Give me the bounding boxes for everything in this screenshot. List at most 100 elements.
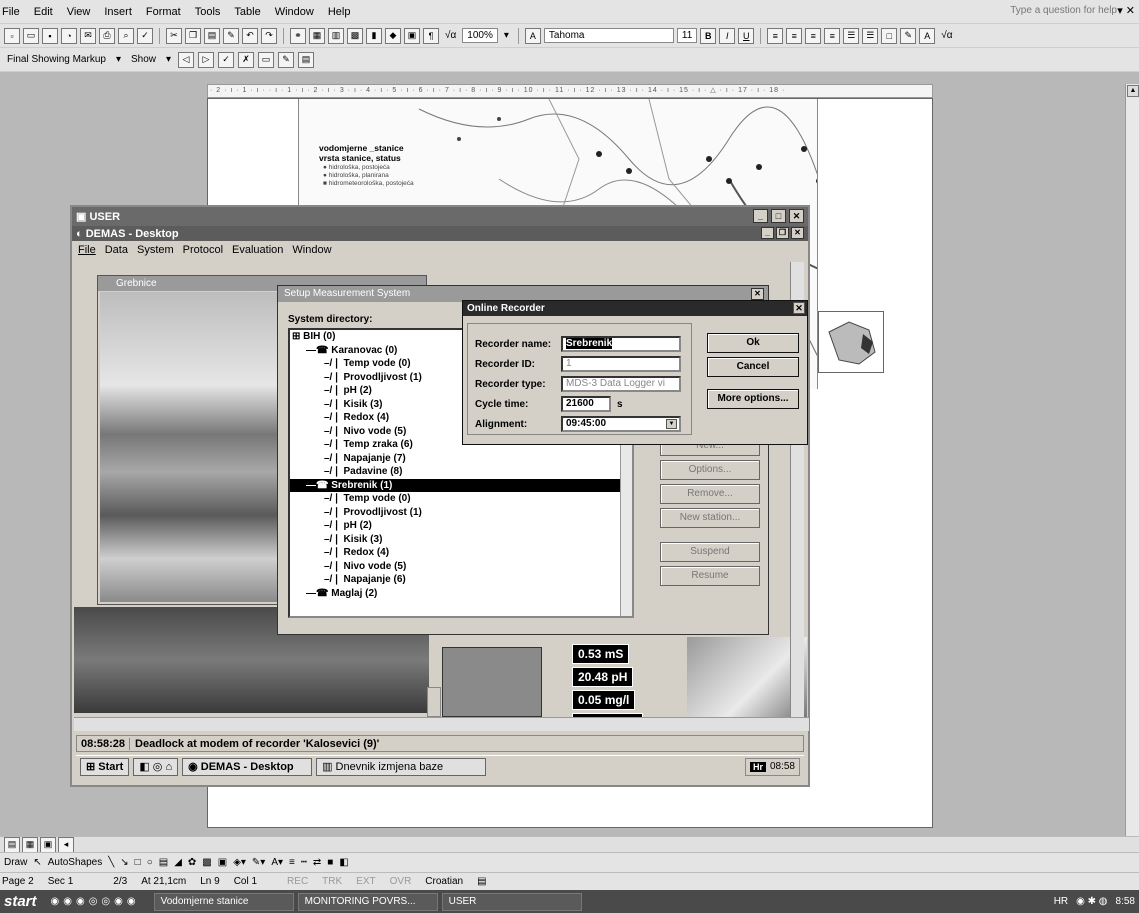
show-menu[interactable]: Show (128, 54, 159, 65)
bullets-icon[interactable]: ☰ (862, 27, 879, 44)
tree-node[interactable]: –/❘ Nivo vode (5) (290, 560, 632, 574)
suspend-button[interactable]: Suspend (660, 542, 760, 562)
demas-start-button[interactable]: ⊞ Start (80, 757, 130, 776)
maximize-icon[interactable]: □ (771, 209, 786, 223)
menu-window[interactable]: Window (275, 6, 314, 18)
options-button[interactable]: Options... (660, 460, 760, 480)
save-icon[interactable]: ▪ (42, 27, 58, 44)
alignment-select[interactable]: 09:45:00 ▼ (561, 416, 681, 432)
cancel-button[interactable]: Cancel (707, 357, 799, 377)
tree-node[interactable]: –/❘ Provodljivost (1) (290, 506, 632, 520)
paste-icon[interactable]: ▤ (204, 27, 220, 44)
photo-scrollbar[interactable] (427, 687, 441, 717)
font-size-select[interactable]: 11 (676, 28, 698, 43)
undo-icon[interactable]: ↶ (242, 27, 258, 44)
cut-icon[interactable]: ✂ (166, 27, 182, 44)
tree-node[interactable]: —☎ Maglaj (2) (290, 587, 632, 601)
align-center-icon[interactable]: ≡ (786, 27, 803, 44)
dash-style-icon[interactable]: ┅ (301, 857, 307, 868)
demas-menu-file[interactable]: File (78, 244, 96, 256)
justify-icon[interactable]: ≡ (824, 27, 841, 44)
spelling-status-icon[interactable]: ▤ (477, 876, 486, 887)
status-trk[interactable]: TRK (322, 876, 342, 887)
demas-menu-evaluation[interactable]: Evaluation (232, 244, 283, 256)
tree-node[interactable]: –/❘ Napajanje (7) (290, 452, 632, 466)
equation-icon-2[interactable]: √α (938, 30, 955, 41)
language-indicator[interactable]: Hr (749, 761, 766, 772)
italic-icon[interactable]: I (719, 27, 736, 44)
email-icon[interactable]: ✉ (80, 27, 96, 44)
oval-icon[interactable]: ○ (147, 857, 153, 868)
web-view-icon[interactable]: ▦ (22, 836, 38, 853)
equation-icon[interactable]: √α (442, 30, 459, 41)
demas-menu-protocol[interactable]: Protocol (183, 244, 223, 256)
border-icon[interactable]: □ (881, 27, 898, 44)
fill-color-icon[interactable]: ◈▾ (233, 857, 246, 868)
cycle-time-input[interactable]: 21600 (561, 396, 611, 412)
arrow-style-icon[interactable]: ⇄ (313, 857, 321, 868)
demas-menu-window[interactable]: Window (292, 244, 331, 256)
permission-icon[interactable]: ◔ (61, 27, 77, 44)
new-doc-icon[interactable]: ▫ (4, 27, 20, 44)
menu-format[interactable]: Format (146, 6, 181, 18)
hyperlink-icon[interactable]: ⚭ (290, 27, 306, 44)
line-style-icon[interactable]: ≡ (289, 857, 295, 868)
close-document-icon[interactable]: ▾ ✕ (1117, 4, 1135, 17)
menu-file[interactable]: File (2, 6, 20, 18)
reject-change-icon[interactable]: ✗ (238, 51, 255, 68)
redo-icon[interactable]: ↷ (261, 27, 277, 44)
diagram-icon[interactable]: ✿ (188, 857, 196, 868)
autoshapes-menu[interactable]: AutoShapes (48, 857, 103, 868)
menu-edit[interactable]: Edit (34, 6, 53, 18)
menu-insert[interactable]: Insert (104, 6, 132, 18)
font-select[interactable]: Tahoma (543, 28, 674, 43)
picture-icon[interactable]: ▣ (218, 857, 227, 868)
tree-node[interactable]: –/❘ Padavine (8) (290, 465, 632, 479)
document-map-icon[interactable]: ▣ (404, 27, 420, 44)
tray-language[interactable]: HR (1054, 896, 1068, 907)
chevron-down-icon[interactable]: ▾ (113, 54, 124, 65)
columns-icon[interactable]: ▮ (366, 27, 382, 44)
tree-node[interactable]: —☎ Srebrenik (1) (290, 478, 632, 492)
close-icon[interactable]: ✕ (793, 302, 805, 314)
bold-icon[interactable]: B (700, 27, 717, 44)
draw-menu[interactable]: Draw (4, 857, 27, 868)
status-ovr[interactable]: OVR (390, 876, 412, 887)
ok-button[interactable]: Ok (707, 333, 799, 353)
print-icon[interactable]: ⎙ (99, 27, 115, 44)
ask-question-input[interactable]: Type a question for help (1010, 5, 1117, 16)
align-left-icon[interactable]: ≡ (767, 27, 784, 44)
tree-node[interactable]: –/❘ Redox (4) (290, 546, 632, 560)
quicklaunch-icon[interactable]: ◧ ◎ ⌂ (133, 757, 179, 776)
normal-view-icon[interactable]: ▤ (4, 836, 20, 853)
recorder-type-input[interactable]: MDS-3 Data Logger vi (561, 376, 681, 392)
next-change-icon[interactable]: ▷ (198, 51, 215, 68)
zoom-select[interactable]: 100% (462, 28, 498, 43)
close-icon[interactable]: ✕ (789, 209, 804, 223)
more-options-button[interactable]: More options... (707, 389, 799, 409)
wordart-icon[interactable]: ◢ (174, 857, 182, 868)
tree-node[interactable]: –/❘ Temp vode (0) (290, 492, 632, 506)
task-user[interactable]: USER (441, 892, 582, 911)
start-button[interactable]: start (0, 893, 51, 910)
tree-node[interactable]: –/❘ Kisik (3) (290, 533, 632, 547)
clipart-icon[interactable]: ▩ (202, 857, 211, 868)
print-view-icon[interactable]: ▣ (40, 836, 56, 853)
spelling-icon[interactable]: ✓ (137, 27, 153, 44)
align-right-icon[interactable]: ≡ (805, 27, 822, 44)
menu-tools[interactable]: Tools (195, 6, 221, 18)
format-painter-icon[interactable]: ✎ (223, 27, 239, 44)
open-icon[interactable]: ▭ (23, 27, 39, 44)
excel-icon[interactable]: ▩ (347, 27, 363, 44)
font-color-icon[interactable]: A (919, 27, 936, 44)
menu-view[interactable]: View (67, 6, 91, 18)
font-color-icon[interactable]: A▾ (271, 857, 283, 868)
styles-icon[interactable]: A (524, 27, 541, 44)
demas-menu-data[interactable]: Data (105, 244, 128, 256)
menu-table[interactable]: Table (234, 6, 260, 18)
task-vodomjerne[interactable]: Vodomjerne stanice (153, 892, 294, 911)
task-dnevnik[interactable]: ▥ Dnevnik izmjena baze (316, 757, 487, 776)
recorder-id-input[interactable]: 1 (561, 356, 681, 372)
minimize-icon[interactable]: _ (753, 209, 768, 223)
drawing-icon[interactable]: ◆ (385, 27, 401, 44)
